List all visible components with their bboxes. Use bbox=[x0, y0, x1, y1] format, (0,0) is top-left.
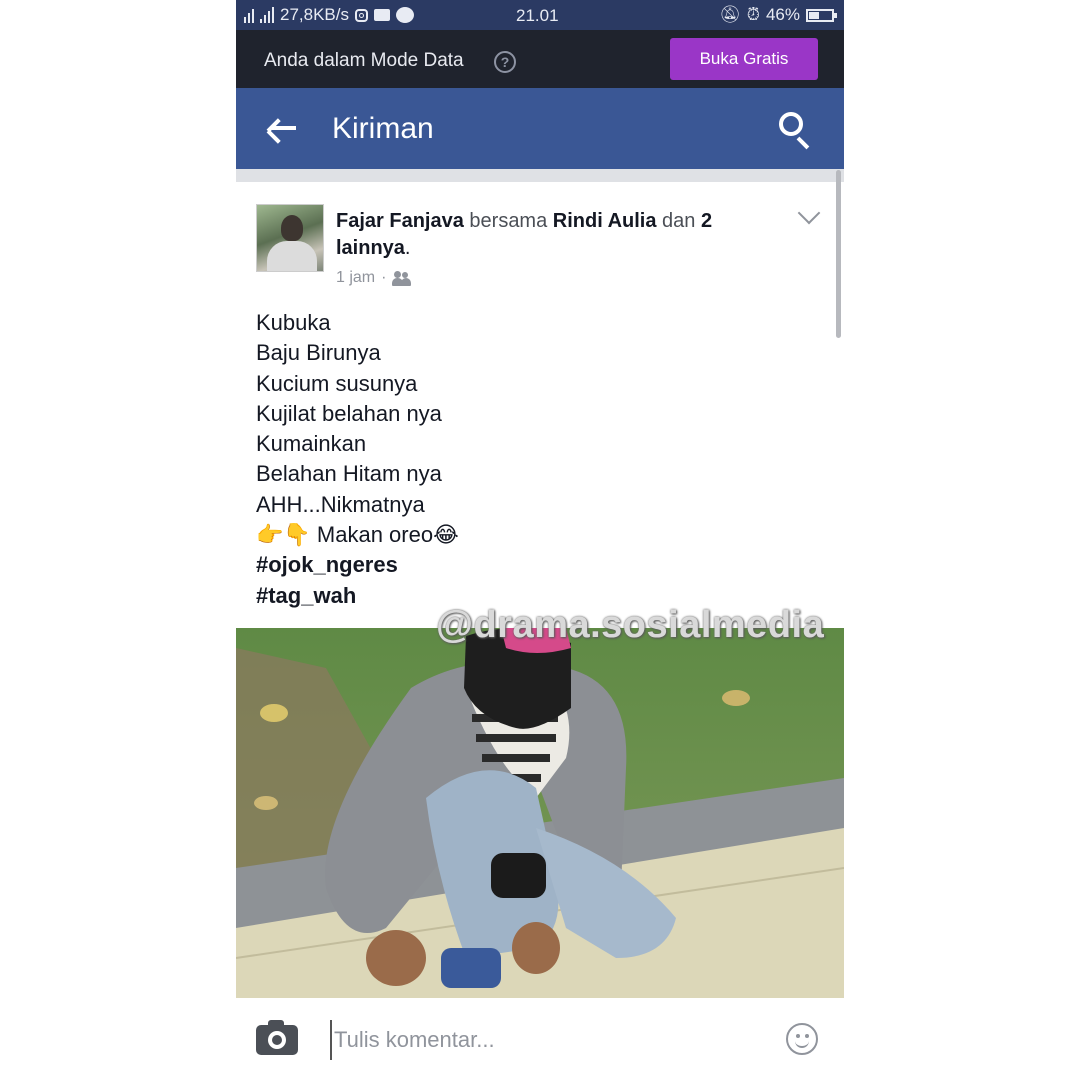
help-icon[interactable]: ? bbox=[494, 51, 516, 73]
clock: 21.01 bbox=[516, 6, 559, 25]
battery-icon bbox=[806, 8, 837, 22]
post-line: Kubuka bbox=[256, 310, 331, 335]
app-header: Kiriman bbox=[236, 88, 844, 169]
post-photo[interactable] bbox=[236, 628, 844, 998]
mute-icon: 🔕︎ bbox=[719, 5, 741, 24]
signal-icon bbox=[244, 7, 274, 23]
instagram-icon bbox=[355, 8, 368, 22]
photo-illustration bbox=[236, 628, 844, 998]
phone-screen: 27,8KB/s 21.01 🔕︎ ⏰︎ 46% Anda dalam Mode… bbox=[236, 0, 844, 1080]
divider bbox=[236, 169, 844, 182]
search-icon[interactable] bbox=[779, 112, 813, 150]
laughing-emoji: 😂 bbox=[433, 522, 459, 548]
author-name[interactable]: Fajar Fanjava bbox=[336, 210, 464, 232]
post-line: Kumainkan bbox=[256, 431, 367, 457]
watermark: @drama.sosialmedia bbox=[436, 604, 825, 646]
message-icon bbox=[374, 9, 390, 21]
post-text: Kubuka Baju Birunya Kucium susunya Kujil… bbox=[256, 308, 459, 611]
others-label[interactable]: lainnya bbox=[336, 237, 405, 259]
friends-icon bbox=[392, 270, 412, 286]
tagged-name[interactable]: Rindi Aulia bbox=[553, 210, 657, 232]
status-bar: 27,8KB/s 21.01 🔕︎ ⏰︎ 46% bbox=[236, 0, 844, 30]
network-speed: 27,8KB/s bbox=[280, 5, 349, 24]
post-time[interactable]: 1 jam bbox=[336, 269, 375, 287]
and-word: dan bbox=[662, 210, 696, 232]
smiley-icon[interactable] bbox=[786, 1023, 818, 1055]
free-mode-button[interactable]: Buka Gratis bbox=[670, 38, 818, 80]
post-line: AHH...Nikmatnya bbox=[256, 491, 425, 517]
comment-input[interactable] bbox=[330, 1020, 764, 1060]
back-arrow-icon[interactable] bbox=[266, 113, 300, 144]
period: . bbox=[404, 237, 411, 259]
post-line: Kucium susunya bbox=[256, 370, 418, 396]
chevron-down-icon[interactable] bbox=[797, 201, 821, 225]
post-line: Belahan Hitam nya bbox=[256, 461, 442, 487]
battery-percent: 46% bbox=[765, 5, 800, 24]
with-word: bersama bbox=[469, 210, 548, 232]
avatar[interactable] bbox=[256, 204, 324, 272]
alarm-icon: ⏰︎ bbox=[746, 5, 760, 24]
post-author-line: Fajar Fanjava bersama Rindi Aulia dan 2 … bbox=[336, 208, 796, 262]
post-line: Kujilat belahan nya bbox=[256, 400, 442, 426]
others-count[interactable]: 2 bbox=[701, 210, 712, 232]
data-mode-bar: Anda dalam Mode Data ? Buka Gratis bbox=[236, 30, 844, 88]
page-title: Kiriman bbox=[332, 112, 434, 145]
chat-icon bbox=[396, 7, 414, 23]
comment-bar bbox=[236, 998, 844, 1080]
meta-separator: · bbox=[381, 269, 387, 286]
hashtag-link[interactable]: #tag_wah bbox=[256, 581, 459, 611]
pointing-emoji: 👉👇 bbox=[256, 522, 311, 548]
scrollbar[interactable] bbox=[836, 170, 841, 338]
emoji-line-text: Makan oreo bbox=[310, 522, 434, 548]
data-mode-message: Anda dalam Mode Data bbox=[264, 50, 464, 71]
hashtag-link[interactable]: #ojok_ngeres bbox=[256, 550, 459, 580]
camera-icon[interactable] bbox=[256, 1020, 298, 1055]
post-line-emoji: 👉👇 Makan oreo😂 bbox=[256, 520, 459, 550]
post-meta: 1 jam · bbox=[336, 269, 412, 287]
post-line: Baju Birunya bbox=[256, 340, 381, 366]
